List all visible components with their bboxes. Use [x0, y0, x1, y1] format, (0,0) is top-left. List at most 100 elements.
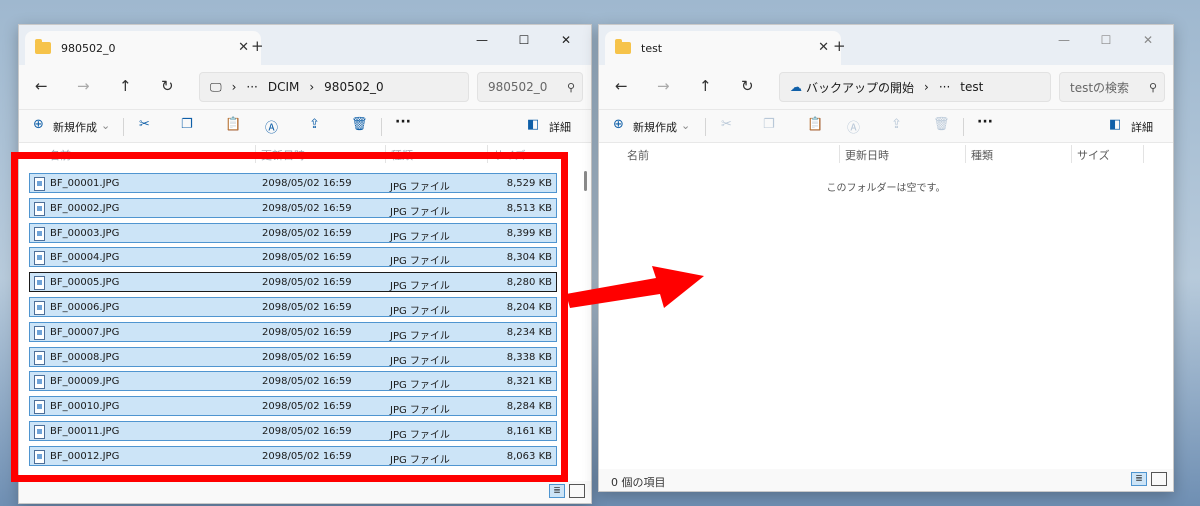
rename-icon[interactable]: Ⓐ — [265, 117, 278, 136]
col-size[interactable]: サイズ — [1077, 147, 1110, 163]
details-pane-icon[interactable]: ◧ — [1109, 117, 1121, 132]
search-icon: ⚲ — [566, 80, 576, 94]
empty-folder-message: このフォルダーは空です。 — [826, 183, 946, 194]
refresh-icon[interactable]: ↻ — [741, 77, 754, 95]
close-tab-icon[interactable]: ✕ — [238, 40, 249, 55]
arrow-right-icon — [566, 266, 704, 308]
breadcrumb-more[interactable]: ··· — [939, 80, 950, 94]
more-options-icon[interactable]: ··· — [977, 114, 993, 130]
minimize-icon[interactable]: — — [461, 29, 503, 51]
maximize-icon[interactable]: ☐ — [1085, 29, 1127, 51]
computer-icon: 🖵 — [210, 79, 222, 94]
minimize-icon[interactable]: — — [1043, 29, 1085, 51]
divider — [123, 118, 124, 136]
address-bar[interactable]: ☁ バックアップの開始 › ··· test — [779, 72, 1051, 102]
refresh-icon[interactable]: ↻ — [161, 77, 174, 95]
col-date[interactable]: 更新日時 — [845, 147, 889, 163]
col-type[interactable]: 種類 — [971, 147, 993, 163]
close-window-icon[interactable]: ✕ — [1127, 29, 1169, 51]
delete-icon[interactable]: 🗑 — [933, 117, 950, 132]
details-view-icon[interactable]: ≣ — [1131, 472, 1147, 486]
window-controls: — ☐ ✕ — [461, 29, 587, 51]
paste-icon[interactable]: 📋 — [225, 117, 241, 132]
status-bar: 0 個の項目 ≣ — [599, 469, 1173, 491]
close-tab-icon[interactable]: ✕ — [818, 40, 829, 55]
tab-title: 980502_0 — [61, 41, 116, 55]
divider — [1071, 145, 1072, 163]
back-icon[interactable]: ← — [35, 77, 48, 95]
title-bar: test ✕ + — ☐ ✕ — [599, 25, 1173, 65]
breadcrumb-chevron-icon: › — [231, 80, 237, 94]
chevron-down-icon[interactable]: ⌄ — [101, 119, 110, 132]
breadcrumb-chevron-icon: › — [924, 80, 929, 94]
tab-title: test — [641, 41, 663, 55]
breadcrumb-chevron-icon: › — [309, 80, 315, 94]
chevron-down-icon[interactable]: ⌄ — [681, 119, 690, 132]
new-button[interactable]: 新規作成 — [633, 119, 677, 135]
divider — [963, 118, 964, 136]
cut-icon[interactable]: ✂ — [139, 117, 150, 132]
divider — [1143, 145, 1144, 163]
cut-icon[interactable]: ✂ — [721, 117, 732, 132]
navigation-bar: ← → ↑ ↻ ☁ バックアップの開始 › ··· test testの検索 ⚲ — [599, 65, 1173, 109]
folder-icon — [615, 39, 631, 54]
details-button[interactable]: 詳細 — [1131, 119, 1153, 135]
scrollbar[interactable] — [584, 171, 587, 191]
breadcrumb-current[interactable]: test — [960, 80, 983, 94]
details-view-icon[interactable]: ≣ — [549, 484, 565, 498]
divider — [381, 118, 382, 136]
forward-icon[interactable]: → — [77, 77, 90, 95]
new-icon[interactable]: ⊕ — [613, 117, 624, 132]
share-icon[interactable]: ⇪ — [891, 117, 902, 132]
new-icon[interactable]: ⊕ — [33, 117, 44, 132]
share-icon[interactable]: ⇪ — [309, 117, 320, 132]
rename-icon[interactable]: Ⓐ — [847, 117, 860, 136]
thumbnail-view-icon[interactable] — [569, 484, 585, 498]
more-options-icon[interactable]: ··· — [395, 114, 411, 130]
tab-source-folder[interactable]: 980502_0 ✕ — [25, 31, 261, 65]
details-button[interactable]: 詳細 — [549, 119, 571, 135]
up-icon[interactable]: ↑ — [699, 77, 712, 95]
paste-icon[interactable]: 📋 — [807, 117, 823, 132]
search-placeholder: testの検索 — [1070, 80, 1130, 95]
file-list[interactable]: このフォルダーは空です。 — [599, 165, 1173, 469]
maximize-icon[interactable]: ☐ — [503, 29, 545, 51]
status-bar: ≣ — [19, 481, 591, 503]
breadcrumb-dcim[interactable]: DCIM — [268, 80, 300, 94]
breadcrumb-current[interactable]: 980502_0 — [324, 80, 383, 94]
breadcrumb-more[interactable]: ··· — [246, 80, 257, 94]
new-button[interactable]: 新規作成 — [53, 119, 97, 135]
folder-icon — [35, 39, 51, 54]
thumbnail-view-icon[interactable] — [1151, 472, 1167, 486]
command-bar: ⊕ 新規作成 ⌄ ✂ ❐ 📋 Ⓐ ⇪ 🗑 ··· ◧ 詳細 — [599, 109, 1173, 143]
divider — [839, 145, 840, 163]
column-header: 名前 更新日時 種類 サイズ — [599, 143, 1173, 165]
close-window-icon[interactable]: ✕ — [545, 29, 587, 51]
back-icon[interactable]: ← — [615, 77, 628, 95]
divider — [705, 118, 706, 136]
search-input[interactable]: testの検索 ⚲ — [1059, 72, 1165, 102]
tab-destination-folder[interactable]: test ✕ — [605, 31, 841, 65]
search-icon: ⚲ — [1148, 80, 1158, 94]
up-icon[interactable]: ↑ — [119, 77, 132, 95]
command-bar: ⊕ 新規作成 ⌄ ✂ ❐ 📋 Ⓐ ⇪ 🗑 ··· ◧ 詳細 — [19, 109, 591, 143]
selection-highlight-box — [11, 152, 568, 482]
new-tab-icon[interactable]: + — [251, 37, 264, 55]
details-pane-icon[interactable]: ◧ — [527, 117, 539, 132]
breadcrumb-backup[interactable]: バックアップの開始 — [806, 79, 914, 96]
title-bar: 980502_0 ✕ + — ☐ ✕ — [19, 25, 591, 65]
view-switcher: ≣ — [1127, 472, 1167, 486]
view-switcher: ≣ — [545, 484, 585, 498]
search-placeholder: 980502_0 — [488, 80, 548, 94]
cloud-backup-icon: ☁ — [790, 80, 802, 94]
address-bar[interactable]: 🖵 › ··· DCIM › 980502_0 — [199, 72, 469, 102]
copy-icon[interactable]: ❐ — [763, 117, 775, 132]
delete-icon[interactable]: 🗑 — [351, 117, 368, 132]
forward-icon[interactable]: → — [657, 77, 670, 95]
col-name[interactable]: 名前 — [627, 147, 649, 163]
search-input[interactable]: 980502_0 ⚲ — [477, 72, 583, 102]
copy-icon[interactable]: ❐ — [181, 117, 193, 132]
navigation-bar: ← → ↑ ↻ 🖵 › ··· DCIM › 980502_0 980502_0… — [19, 65, 591, 109]
item-count: 0 個の項目 — [611, 476, 666, 489]
new-tab-icon[interactable]: + — [833, 37, 846, 55]
